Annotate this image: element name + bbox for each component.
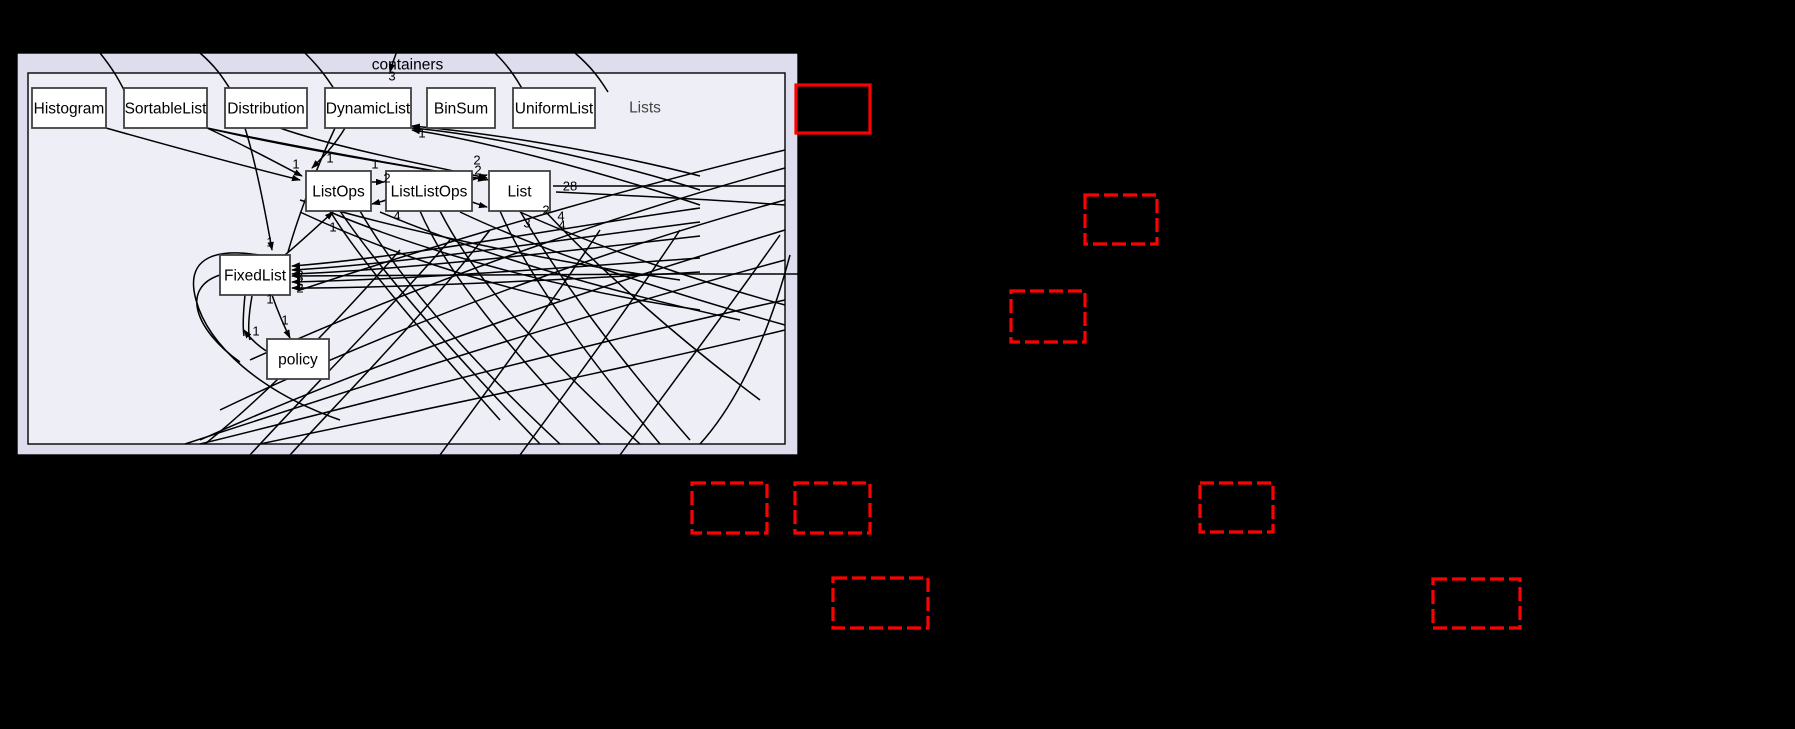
edge-count-label: 1 [266,235,273,250]
edge-count-label: 1 [371,157,378,172]
node-label: policy [278,352,318,369]
node-uniformlist[interactable]: UniformList [512,87,596,129]
node-label: List [507,184,532,201]
edge-count-label: 1 [329,220,336,235]
cluster-containers-label: containers [372,57,444,74]
redbox-6[interactable] [1198,481,1275,534]
edge-count-label: 1 [292,157,299,172]
redbox-4[interactable] [793,481,872,535]
redbox-2[interactable] [1083,193,1159,246]
edge-count-label: 1 [418,126,425,141]
node-listops[interactable]: ListOps [305,170,372,212]
node-label: SortableList [125,101,208,118]
edge-count-label: 3 [523,216,530,231]
node-policy[interactable]: policy [266,338,330,380]
edge-count-label: 1 [252,324,259,339]
node-label: Histogram [34,101,105,118]
edge-count-label: 2 [383,171,390,186]
node-list[interactable]: List [488,170,551,212]
node-distribution[interactable]: Distribution [224,87,308,129]
edge-count-label: 2 [296,281,303,296]
node-label: ListOps [312,184,365,201]
node-label: FixedList [224,268,287,285]
cluster-lists-label: Lists [629,100,661,117]
edge-count-label: 4 [558,218,565,233]
edge-count-label: 1 [326,151,333,166]
node-dynamiclist[interactable]: DynamicList [324,87,412,129]
redbox-1[interactable] [794,83,872,135]
node-listlistops[interactable]: ListListOps [385,170,473,212]
edge-count-label: 1 [266,292,273,307]
red-annotation-boxes [690,83,1522,630]
redbox-7[interactable] [831,576,930,630]
redbox-5[interactable] [690,481,769,535]
node-label: DynamicList [326,101,411,118]
node-histogram[interactable]: Histogram [31,87,107,129]
redbox-3[interactable] [1009,289,1087,344]
edge-count-label: 2 [474,163,481,178]
node-label: Distribution [227,101,305,118]
graph-canvas: containers Lists Histogram SortableList … [0,0,1795,729]
node-sortablelist[interactable]: SortableList [123,87,208,129]
directory-dependency-graph: containers Lists Histogram SortableList … [16,29,1522,630]
node-label: UniformList [515,101,594,118]
node-fixedlist[interactable]: FixedList [219,254,291,296]
edge-count-label: 2 [542,203,549,218]
edge-count-label: 1 [281,313,288,328]
redbox-8[interactable] [1431,577,1522,630]
edge-count-label: 4 [393,209,400,224]
edge-count-label: 28 [563,179,577,194]
node-label: BinSum [434,101,488,118]
node-label: ListListOps [391,184,468,201]
edge-count-label: 3 [388,69,395,84]
node-binsum[interactable]: BinSum [426,87,496,129]
